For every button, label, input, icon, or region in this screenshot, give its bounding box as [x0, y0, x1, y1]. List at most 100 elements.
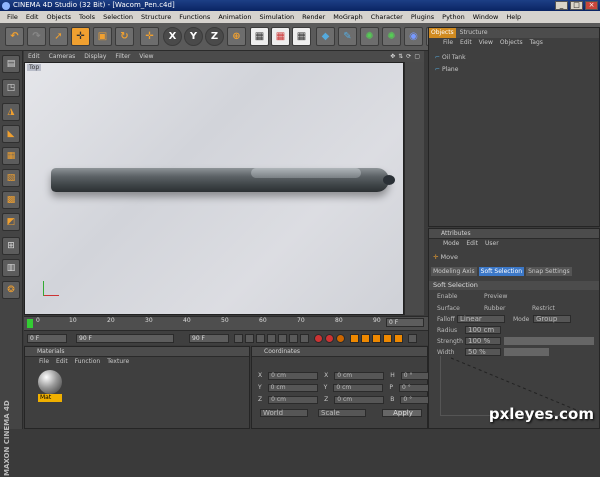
menu-mograph[interactable]: MoGraph [329, 11, 367, 23]
pen-object[interactable] [51, 168, 395, 192]
start-frame-field[interactable]: 0 F [27, 334, 67, 343]
redo-icon[interactable]: ↷ [27, 27, 46, 46]
maximize-view-icon[interactable]: ▢ [414, 51, 420, 62]
objects-menu-file[interactable]: File [443, 38, 453, 48]
tab-soft-selection[interactable]: Soft Selection [478, 267, 525, 276]
transform-tool-icon[interactable]: ✛ [140, 27, 159, 46]
sculpt-icon[interactable]: ❂ [2, 281, 20, 299]
materials-menu-edit[interactable]: Edit [56, 357, 68, 367]
viewport-menu-edit[interactable]: Edit [28, 51, 40, 62]
z-axis-lock-icon[interactable]: Z [205, 27, 224, 46]
menu-selection[interactable]: Selection [99, 11, 137, 23]
mode-dropdown[interactable]: Group [533, 315, 571, 323]
menu-structure[interactable]: Structure [137, 11, 175, 23]
strength-slider[interactable] [504, 337, 594, 345]
rotation-key-icon[interactable] [372, 334, 381, 343]
pan-icon[interactable]: ✥ [390, 51, 395, 62]
coord-field[interactable]: 0 cm [334, 372, 385, 380]
keyframe-selection-icon[interactable] [336, 334, 345, 343]
objects-menu-view[interactable]: View [479, 38, 493, 48]
edges-mode-icon[interactable]: ▧ [2, 169, 20, 187]
coordinate-system-icon[interactable]: ⊕ [227, 27, 246, 46]
objects-menu-objects[interactable]: Objects [500, 38, 523, 48]
play-icon[interactable] [267, 334, 276, 343]
scale-tool-icon[interactable]: ▣ [93, 27, 112, 46]
viewport-menu-cameras[interactable]: Cameras [49, 51, 76, 62]
menu-help[interactable]: Help [502, 11, 525, 23]
materials-menu-function[interactable]: Function [75, 357, 101, 367]
attributes-menu-user[interactable]: User [485, 239, 499, 249]
position-key-icon[interactable] [350, 334, 359, 343]
select-arrow-icon[interactable]: ➚ [49, 27, 68, 46]
spline-icon[interactable]: ✎ [338, 27, 357, 46]
prev-key-icon[interactable] [245, 334, 254, 343]
coord-field[interactable]: 0 cm [333, 384, 384, 392]
points-mode-icon[interactable]: ▦ [2, 147, 20, 165]
texture-mode-icon[interactable]: ◣ [2, 125, 20, 143]
width-field[interactable]: 50 % [465, 348, 501, 356]
y-axis-lock-icon[interactable]: Y [184, 27, 203, 46]
pla-key-icon[interactable] [394, 334, 403, 343]
timeline-end-field[interactable]: 0 F [386, 318, 424, 327]
model-mode-icon[interactable]: ◮ [2, 103, 20, 121]
render-picture-viewer-icon[interactable]: ▦ [271, 27, 290, 46]
zoom-icon[interactable]: ⇅ [398, 51, 403, 62]
move-tool-icon[interactable]: ✛ [71, 27, 90, 46]
scale-key-icon[interactable] [361, 334, 370, 343]
menu-render[interactable]: Render [298, 11, 329, 23]
coord-field[interactable]: 0 cm [334, 396, 385, 404]
menu-objects[interactable]: Objects [42, 11, 75, 23]
go-end-icon[interactable] [300, 334, 309, 343]
object-row[interactable]: ⌐ Oil Tank [435, 54, 466, 61]
undo-icon[interactable]: ↶ [5, 27, 24, 46]
viewport[interactable]: Top [24, 62, 404, 315]
menu-character[interactable]: Character [367, 11, 407, 23]
viewport-menu-view[interactable]: View [139, 51, 153, 62]
minimize-button[interactable]: _ [555, 1, 568, 10]
coord-field[interactable]: 0 cm [268, 372, 319, 380]
strength-field[interactable]: 100 % [465, 337, 501, 345]
array-icon[interactable]: ✺ [382, 27, 401, 46]
object-row[interactable]: ⌐ Plane [435, 66, 458, 73]
close-button[interactable]: × [585, 1, 598, 10]
prev-frame-icon[interactable] [256, 334, 265, 343]
menu-edit[interactable]: Edit [22, 11, 43, 23]
coord-field[interactable]: 0 cm [267, 384, 318, 392]
menu-file[interactable]: File [3, 11, 22, 23]
render-settings-icon[interactable]: ▦ [292, 27, 311, 46]
deformer-icon[interactable]: ◉ [404, 27, 423, 46]
render-view-icon[interactable]: ▦ [250, 27, 269, 46]
attributes-menu-edit[interactable]: Edit [466, 239, 478, 249]
go-start-icon[interactable] [234, 334, 243, 343]
x-axis-lock-icon[interactable]: X [163, 27, 182, 46]
tab-objects[interactable]: Objects [429, 28, 456, 38]
menu-simulation[interactable]: Simulation [255, 11, 298, 23]
materials-menu-texture[interactable]: Texture [107, 357, 129, 367]
menu-functions[interactable]: Functions [175, 11, 214, 23]
param-key-icon[interactable] [383, 334, 392, 343]
materials-menu-file[interactable]: File [39, 357, 49, 367]
scale-dropdown[interactable]: Scale [318, 409, 366, 417]
timeline-playhead[interactable] [27, 319, 33, 328]
apply-button[interactable]: Apply [382, 409, 422, 417]
objects-menu-edit[interactable]: Edit [460, 38, 472, 48]
coord-field[interactable]: 0 cm [268, 396, 319, 404]
polygons-mode-icon[interactable]: ▩ [2, 191, 20, 209]
maximize-button[interactable]: □ [570, 1, 583, 10]
menu-python[interactable]: Python [438, 11, 469, 23]
next-frame-icon[interactable] [278, 334, 287, 343]
preview-range-start[interactable]: 90 F [76, 334, 174, 343]
make-editable-icon[interactable]: ◳ [2, 79, 20, 97]
nurbs-icon[interactable]: ✺ [360, 27, 379, 46]
orbit-icon[interactable]: ⟳ [406, 51, 411, 62]
tab-modeling-axis[interactable]: Modeling Axis [431, 267, 477, 276]
menu-window[interactable]: Window [469, 11, 503, 23]
workplane-icon[interactable]: ▥ [2, 259, 20, 277]
timeline-ruler[interactable]: 0 10 20 30 40 50 60 70 80 90 0 F [24, 316, 428, 330]
menu-plugins[interactable]: Plugins [407, 11, 438, 23]
axis-mode-icon[interactable]: ◩ [2, 213, 20, 231]
next-key-icon[interactable] [289, 334, 298, 343]
radius-field[interactable]: 100 cm [465, 326, 501, 334]
autokey-icon[interactable] [325, 334, 334, 343]
end-frame-field[interactable]: 90 F [189, 334, 229, 343]
